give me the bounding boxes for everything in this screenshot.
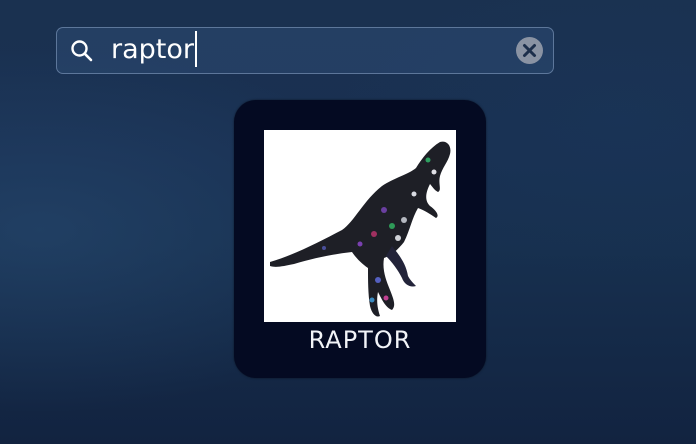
search-result-app-tile[interactable]: RAPTOR — [234, 100, 486, 378]
search-icon — [71, 40, 93, 62]
clear-search-icon[interactable] — [515, 36, 544, 65]
search-query-text: raptor — [111, 34, 194, 65]
text-caret — [195, 30, 197, 67]
app-name-label: RAPTOR — [308, 326, 412, 354]
raptor-dinosaur-icon[interactable] — [264, 130, 456, 322]
search-input[interactable]: raptor — [111, 28, 197, 72]
spotlight-search-bar[interactable]: raptor — [56, 27, 554, 74]
